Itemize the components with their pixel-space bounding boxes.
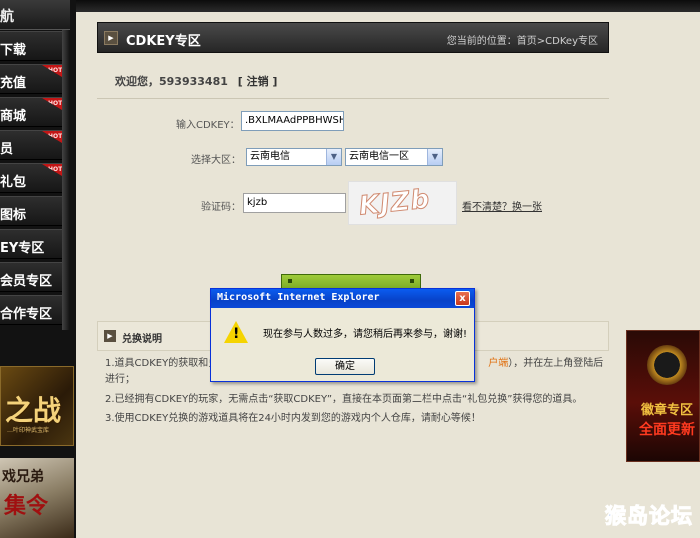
nav-item-label: 商城 bbox=[0, 109, 27, 124]
server-select-value: 云南电信一区 bbox=[349, 151, 409, 162]
hot-badge: HOT bbox=[42, 164, 62, 176]
info-line-1b: 进行； bbox=[105, 374, 135, 385]
nav-header: 航 bbox=[0, 0, 70, 30]
watermark-logo: 猴岛论坛 bbox=[605, 504, 693, 529]
nav-item-gift[interactable]: 礼包 HOT bbox=[0, 163, 62, 193]
promo-title: 戏兄弟 bbox=[2, 469, 44, 485]
client-link[interactable]: 户端 bbox=[488, 358, 508, 369]
region-label: 选择大区： bbox=[191, 155, 241, 166]
nav-item-download[interactable]: 下载 bbox=[0, 31, 62, 61]
captcha-input[interactable]: kjzb bbox=[243, 193, 346, 213]
right-column: 徽章专区 全面更新 bbox=[624, 12, 700, 538]
ok-button[interactable]: 确定 bbox=[315, 358, 375, 375]
promo-subtitle: 集令 bbox=[4, 493, 49, 519]
nav-item-label: 会员专区 bbox=[0, 274, 53, 289]
promo-title: 之战 bbox=[5, 394, 62, 427]
hot-badge: HOT bbox=[42, 131, 62, 143]
close-icon[interactable]: x bbox=[455, 291, 470, 306]
promo-banner-battle[interactable]: 之战 …叶印神武宝库 bbox=[0, 366, 74, 446]
button-rivet bbox=[410, 279, 414, 283]
server-select[interactable]: 云南电信一区 ▼ bbox=[345, 148, 443, 166]
nav-item-cdkey[interactable]: EY专区 bbox=[0, 229, 62, 259]
hot-badge: HOT bbox=[42, 65, 62, 77]
nav-item-label: 充值 bbox=[0, 76, 27, 91]
cdkey-label: 输入CDKEY： bbox=[176, 120, 240, 131]
top-strip bbox=[76, 0, 700, 12]
nav-item-label: 下载 bbox=[0, 43, 27, 58]
info-text: 1.道具CDKEY的获取和兑 bbox=[105, 358, 219, 369]
play-arrow-icon: ▶ bbox=[104, 31, 118, 45]
nav-item-recharge[interactable]: 充值 HOT bbox=[0, 64, 62, 94]
region-select[interactable]: 云南电信 ▼ bbox=[246, 148, 342, 166]
info-line-3: 3.使用CDKEY兑换的游戏道具将在24小时内发到您的游戏内个人仓库，请耐心等候… bbox=[105, 413, 481, 424]
hot-badge: HOT bbox=[42, 98, 62, 110]
warning-glyph: ! bbox=[233, 326, 240, 342]
region-select-value: 云南电信 bbox=[250, 151, 290, 162]
promo-banner-brothers[interactable]: 戏兄弟 集令 bbox=[0, 458, 74, 538]
section-header: ▶ CDKEY专区 您当前的位置：首页>CDKey专区 bbox=[97, 22, 609, 53]
section-title: CDKEY专区 bbox=[126, 34, 201, 49]
nav-item-shop[interactable]: 商城 HOT bbox=[0, 97, 62, 127]
captcha-image[interactable]: KJZb bbox=[348, 181, 457, 225]
promo-banner-badge[interactable]: 徽章专区 全面更新 bbox=[626, 330, 700, 462]
skull-badge-icon bbox=[647, 345, 687, 385]
nav-item-label: 合作专区 bbox=[0, 307, 53, 322]
refresh-captcha-link[interactable]: 看不清楚？换一张 bbox=[462, 198, 542, 213]
breadcrumb: 您当前的位置：首页>CDKey专区 bbox=[446, 36, 598, 47]
nav-item-partner[interactable]: 合作专区 bbox=[0, 295, 62, 325]
welcome-text: 欢迎您，593933481 bbox=[115, 75, 228, 88]
info-title: 兑换说明 bbox=[122, 334, 162, 345]
main-content: ▶ CDKEY专区 您当前的位置：首页>CDKey专区 欢迎您，59393348… bbox=[76, 12, 624, 538]
nav-edge bbox=[62, 30, 70, 330]
promo-title: 徽章专区 bbox=[641, 403, 694, 418]
nav-item-icons[interactable]: 图标 bbox=[0, 196, 62, 226]
left-navigation: 航 下载 充值 HOT 商城 HOT 员 HOT 礼包 HOT 图标 EY专区 会员专区… bbox=[0, 0, 76, 538]
captcha-label: 验证码： bbox=[201, 202, 241, 213]
dialog-title: Microsoft Internet Explorer bbox=[217, 292, 380, 303]
divider bbox=[97, 98, 609, 99]
promo-subtitle: …叶印神武宝库 bbox=[7, 427, 50, 434]
nav-item-vip[interactable]: 会员专区 bbox=[0, 262, 62, 292]
play-arrow-icon: ▶ bbox=[104, 330, 116, 342]
nav-item-label: 图标 bbox=[0, 208, 27, 223]
info-text: ），并在左上角登陆后 bbox=[508, 358, 604, 369]
dialog-titlebar[interactable]: Microsoft Internet Explorer x bbox=[211, 289, 474, 308]
nav-item-label: 员 bbox=[0, 142, 14, 157]
info-line-2: 2.已经拥有CDKEY的玩家，无需点击“获取CDKEY”，直接在本页面第二栏中点… bbox=[105, 394, 583, 405]
nav-item-label: EY专区 bbox=[0, 241, 45, 256]
button-rivet bbox=[288, 279, 292, 283]
logout-link[interactable]: [ 注销 ] bbox=[238, 75, 278, 88]
chevron-down-icon: ▼ bbox=[427, 149, 442, 165]
promo-subtitle: 全面更新 bbox=[639, 422, 695, 438]
alert-dialog: Microsoft Internet Explorer x ! 现在参与人数过多… bbox=[210, 288, 475, 382]
captcha-text: KJZb bbox=[357, 184, 432, 222]
dialog-message: 现在参与人数过多，请您稍后再来参与，谢谢! bbox=[263, 329, 468, 340]
nav-item-label: 礼包 bbox=[0, 175, 27, 190]
nav-item-member[interactable]: 员 HOT bbox=[0, 130, 62, 160]
chevron-down-icon: ▼ bbox=[326, 149, 341, 165]
cdkey-input[interactable]: .BXLMAAdPPBHWSHG bbox=[241, 111, 344, 131]
welcome-message: 欢迎您，593933481 [ 注销 ] bbox=[115, 73, 277, 89]
warning-icon: ! bbox=[224, 321, 248, 343]
